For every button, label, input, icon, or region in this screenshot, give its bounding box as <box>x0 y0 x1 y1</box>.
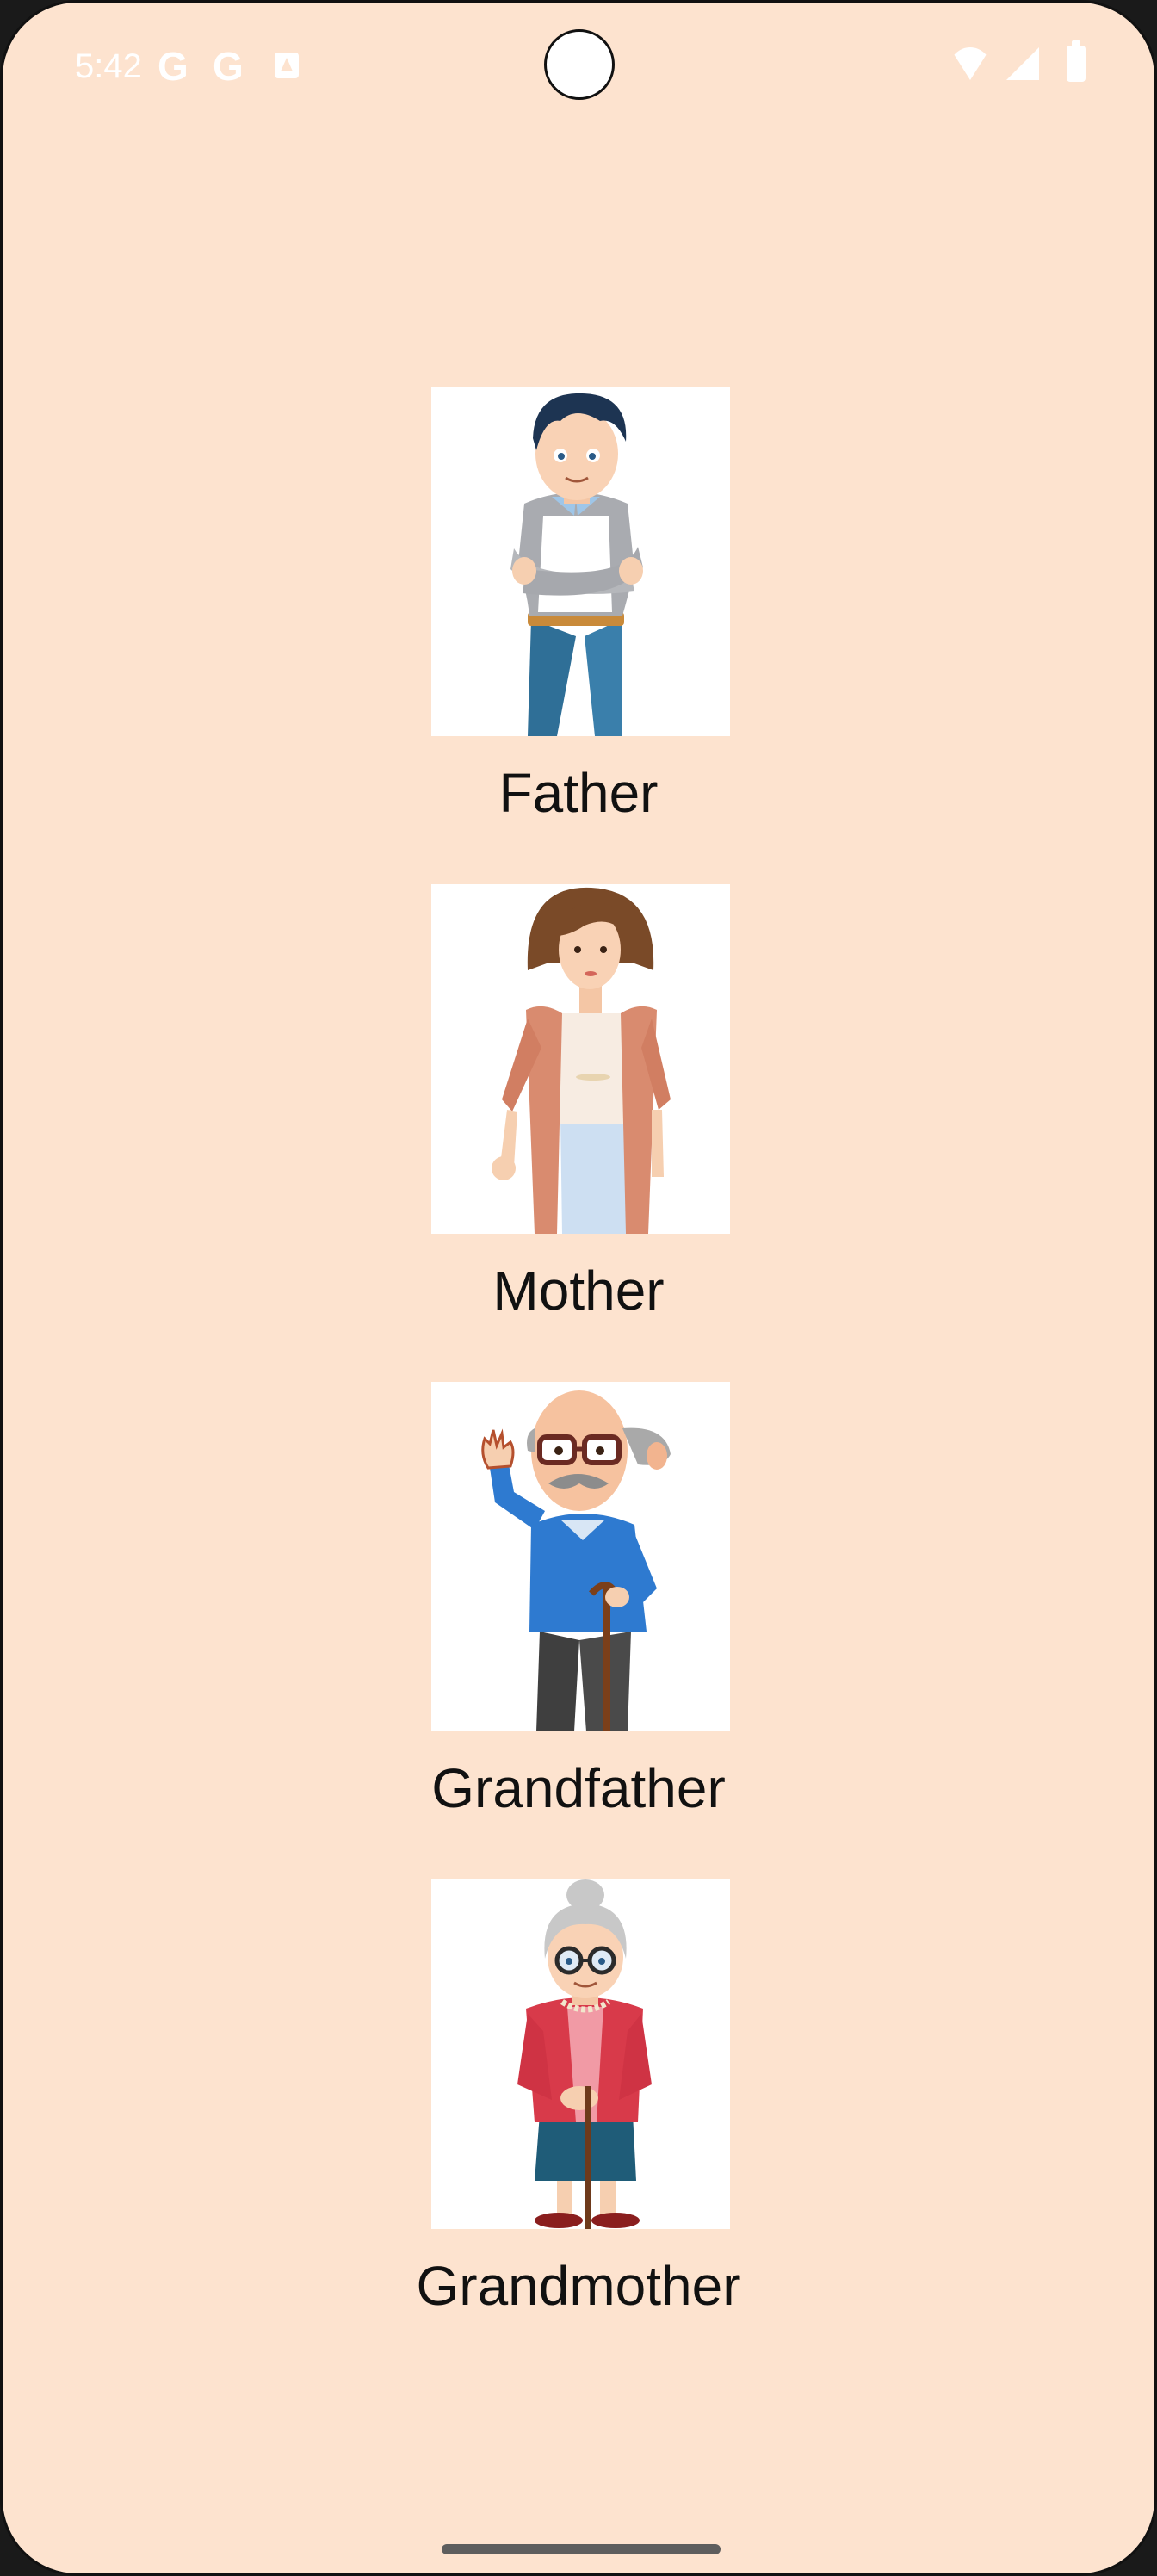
member-label: Mother <box>492 1260 665 1322</box>
status-bar: 5:42 G G <box>3 3 1154 132</box>
member-label: Grandfather <box>431 1757 726 1819</box>
app-screen: 5:42 G G Father Mother Grandfather Grand… <box>0 0 1157 2576</box>
member-label: Father <box>498 762 659 824</box>
front-camera <box>544 29 615 100</box>
family-item-grandmother[interactable]: Grandmother <box>3 1879 1154 2377</box>
grandmother-illustration[interactable] <box>431 1879 730 2229</box>
app-store-icon <box>275 53 299 78</box>
father-illustration[interactable] <box>431 387 730 736</box>
member-label: Grandmother <box>416 2255 741 2317</box>
signal-icon <box>1006 47 1039 80</box>
family-item-mother[interactable]: Mother <box>3 884 1154 1382</box>
google-icon: G <box>158 44 189 89</box>
grandfather-illustration[interactable] <box>431 1382 730 1731</box>
wifi-icon <box>950 47 991 80</box>
home-indicator[interactable] <box>442 2544 721 2554</box>
google-icon: G <box>213 44 244 89</box>
status-time: 5:42 <box>75 47 142 85</box>
family-item-grandfather[interactable]: Grandfather <box>3 1382 1154 1879</box>
mother-illustration[interactable] <box>431 884 730 1234</box>
battery-icon <box>1067 40 1086 82</box>
family-list: Father Mother Grandfather Grandmother <box>3 387 1154 2377</box>
family-item-father[interactable]: Father <box>3 387 1154 884</box>
